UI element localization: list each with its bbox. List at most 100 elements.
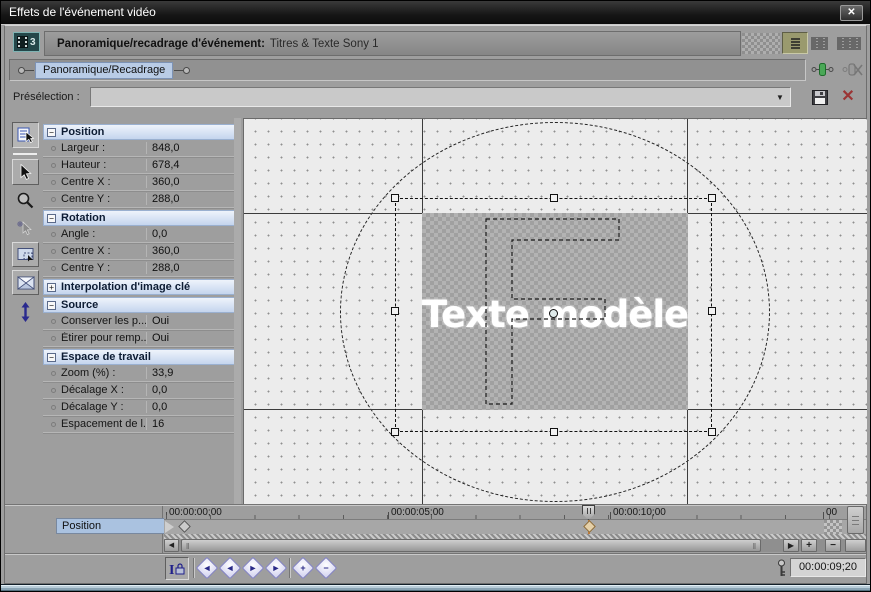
- snap-cursor-button[interactable]: [12, 215, 39, 241]
- plugin-chip-pan-crop[interactable]: Panoramique/Recadrage: [35, 62, 173, 79]
- ruler-label-15s-partial: 00: [826, 507, 837, 518]
- chain-wire-icon: [174, 70, 183, 71]
- save-preset-button[interactable]: [811, 89, 829, 105]
- mask-rect-icon: [17, 247, 35, 262]
- stretch-frame-icon: [17, 276, 35, 290]
- section-header-source[interactable]: − Source: [43, 297, 240, 313]
- section-header-interpolation[interactable]: + Interpolation d'image clé: [43, 279, 240, 295]
- section-header-rotation[interactable]: − Rotation: [43, 210, 240, 226]
- delete-preset-button[interactable]: ✕: [839, 87, 857, 105]
- section-position: − Position Largeur :848,0 Hauteur :678,4…: [43, 124, 240, 208]
- mask-tool-button[interactable]: [12, 242, 39, 267]
- chain-wire-icon: [25, 70, 34, 71]
- normal-edit-tool-button[interactable]: [12, 159, 39, 185]
- bottom-toolbar-divider: [5, 553, 866, 555]
- scrollbar-thumb[interactable]: [181, 539, 761, 552]
- timeline-track-header: Position: [9, 506, 163, 553]
- sync-cursor-button[interactable]: I: [165, 557, 189, 580]
- insert-plugin-icon[interactable]: [811, 62, 835, 77]
- pan-crop-canvas[interactable]: Texte modèle: [243, 118, 867, 504]
- cursor-position-key-icon: [776, 559, 787, 577]
- header-label: Panoramique/recadrage d'événement:: [57, 38, 265, 50]
- bullet-icon: [51, 232, 56, 237]
- header-bar: Panoramique/recadrage d'événement: Titre…: [44, 31, 741, 56]
- title-bar[interactable]: Effets de l'événement vidéo: [1, 1, 870, 25]
- section-rotation: − Rotation Angle :0,0 Centre X :360,0 Ce…: [43, 210, 240, 277]
- chain-node-left-icon: [18, 67, 25, 74]
- toolbar-separator: [193, 558, 195, 578]
- timeline-ruler[interactable]: 00:00:00;00 00:00:05;00 00:00:10;00 00: [164, 506, 866, 520]
- properties-cursor-icon: [17, 127, 35, 143]
- track-label-position[interactable]: Position: [56, 518, 168, 534]
- preset-combobox[interactable]: ▼: [90, 87, 791, 107]
- layout-single-column-button[interactable]: [782, 32, 808, 54]
- frame-aspect-button[interactable]: [12, 270, 39, 295]
- bullet-icon: [51, 249, 56, 254]
- resize-vertical-button[interactable]: [12, 299, 39, 325]
- handle-bottom-left[interactable]: [391, 428, 399, 436]
- plugin-chain-bar: Panoramique/Recadrage: [9, 59, 806, 81]
- property-grid: − Position Largeur :848,0 Hauteur :678,4…: [43, 118, 240, 504]
- show-properties-button[interactable]: [12, 122, 39, 148]
- property-scrollbar[interactable]: [234, 118, 241, 504]
- collapse-icon[interactable]: −: [47, 301, 56, 310]
- prop-row-espacement: Espacement de l...16: [43, 416, 240, 433]
- timeline-zoom-out-button[interactable]: −: [825, 539, 841, 552]
- bullet-icon: [51, 266, 56, 271]
- handle-top-center[interactable]: [550, 194, 558, 202]
- keyframe-track[interactable]: [164, 520, 866, 534]
- handle-top-left[interactable]: [391, 194, 399, 202]
- collapse-icon[interactable]: −: [47, 353, 56, 362]
- prop-row-rot-centre-y: Centre Y :288,0: [43, 260, 240, 277]
- prop-row-angle: Angle :0,0: [43, 226, 240, 243]
- bullet-icon: [51, 422, 56, 427]
- toolbar-separator: [289, 558, 291, 578]
- svg-text:I: I: [169, 563, 174, 577]
- event-end-region: [824, 520, 842, 534]
- header-event-name: Titres & Texte Sony 1: [270, 38, 379, 50]
- expand-icon[interactable]: +: [47, 283, 56, 292]
- bullet-icon: [51, 388, 56, 393]
- prop-row-conserver: Conserver les p...Oui: [43, 313, 240, 330]
- floppy-disk-icon: [812, 90, 828, 105]
- collapse-icon[interactable]: −: [47, 128, 56, 137]
- handle-bottom-right[interactable]: [708, 428, 716, 436]
- prop-row-centre-y: Centre Y :288,0: [43, 191, 240, 208]
- bullet-icon: [51, 405, 56, 410]
- prop-row-largeur: Largeur :848,0: [43, 140, 240, 157]
- scroll-right-button[interactable]: ▶: [783, 539, 799, 552]
- layout-two-column-button[interactable]: [811, 37, 828, 50]
- close-button[interactable]: ✕: [840, 5, 863, 21]
- timeline-scrollbar[interactable]: ◀ ▶ + −: [164, 539, 866, 552]
- event-number: 3: [30, 37, 36, 48]
- event-media-icon: 3: [13, 32, 40, 52]
- ruler-label-10s: 00:00:10;00: [613, 507, 666, 518]
- section-header-position[interactable]: − Position: [43, 124, 240, 140]
- timeline-zoom-in-button[interactable]: +: [801, 539, 817, 552]
- chain-node-right-icon: [183, 67, 190, 74]
- section-workspace: − Espace de travail Zoom (%) :33,9 Décal…: [43, 349, 240, 433]
- sparkle-cursor-icon: [17, 220, 34, 236]
- zoom-tool-button[interactable]: [12, 187, 39, 213]
- window-title: Effets de l'événement vidéo: [9, 5, 156, 19]
- collapse-icon[interactable]: −: [47, 214, 56, 223]
- handle-top-right[interactable]: [708, 194, 716, 202]
- bullet-icon: [51, 197, 56, 202]
- center-handle[interactable]: [549, 309, 558, 318]
- pan-crop-dialog: Effets de l'événement vidéo ✕ 3 Panorami…: [0, 0, 871, 592]
- bullet-icon: [51, 146, 56, 151]
- dropdown-arrow-icon[interactable]: ▼: [772, 90, 788, 104]
- prop-row-centre-x: Centre X :360,0: [43, 174, 240, 191]
- timeline-resize-grip[interactable]: [847, 506, 864, 534]
- filmstrip-icon: [17, 36, 28, 48]
- prop-row-hauteur: Hauteur :678,4: [43, 157, 240, 174]
- handle-middle-left[interactable]: [391, 307, 399, 315]
- handle-middle-right[interactable]: [708, 307, 716, 315]
- bullet-icon: [51, 371, 56, 376]
- single-column-icon: [791, 37, 800, 49]
- preset-label: Présélection :: [13, 91, 80, 103]
- layout-three-column-button[interactable]: [837, 37, 861, 50]
- section-header-workspace[interactable]: − Espace de travail: [43, 349, 240, 365]
- handle-bottom-center[interactable]: [550, 428, 558, 436]
- scroll-left-button[interactable]: ◀: [164, 539, 179, 552]
